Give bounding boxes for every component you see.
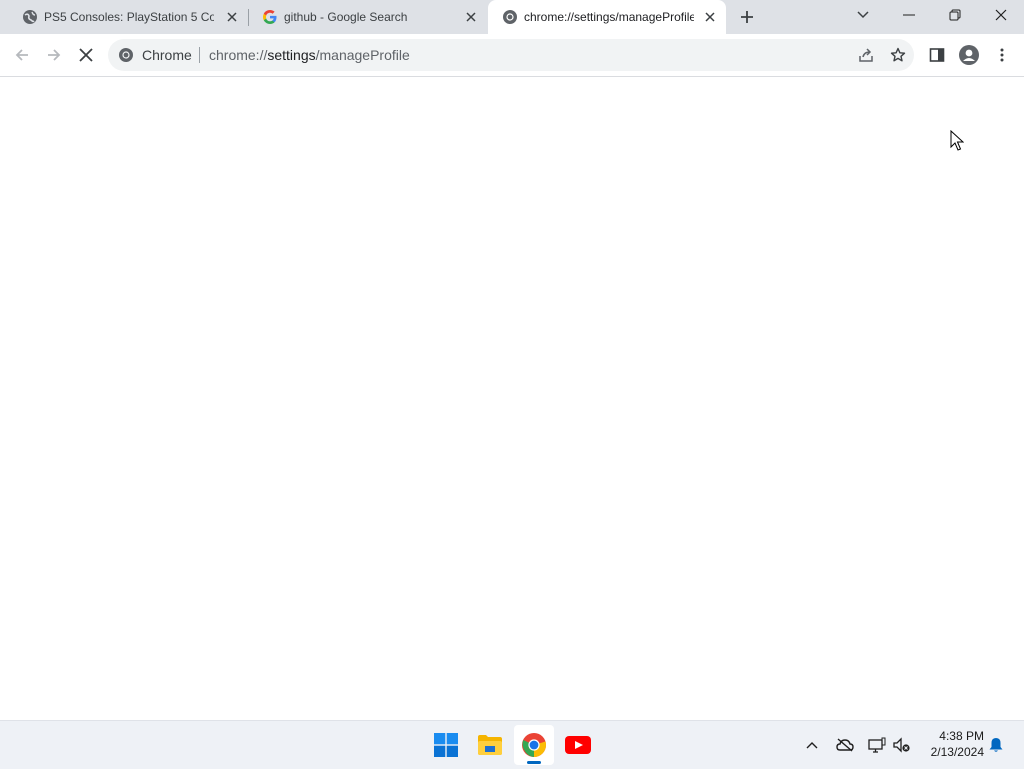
back-button[interactable]: [8, 41, 36, 69]
url-scheme: chrome://: [209, 47, 268, 63]
close-icon: [995, 9, 1007, 21]
close-tab-icon[interactable]: [224, 9, 240, 25]
file-explorer-button[interactable]: [470, 725, 510, 765]
tab-strip: PS5 Consoles: PlayStation 5 Con github -…: [0, 0, 1024, 34]
side-panel-icon: [929, 48, 945, 62]
more-vert-icon: [1000, 48, 1004, 62]
plus-icon: [741, 11, 753, 23]
chrome-icon: [522, 733, 547, 757]
share-button[interactable]: [856, 45, 876, 65]
windows-start-icon: [434, 733, 458, 757]
restore-button[interactable]: [932, 0, 978, 30]
forward-button[interactable]: [40, 41, 68, 69]
close-tab-icon[interactable]: [702, 9, 718, 25]
start-button[interactable]: [426, 725, 466, 765]
globe-icon: [23, 10, 37, 24]
minimize-icon: [903, 14, 915, 16]
address-bar[interactable]: Chrome chrome://settings/manageProfile: [108, 39, 914, 71]
omnibox-separator: [199, 47, 200, 63]
minimize-button[interactable]: [886, 0, 932, 30]
network-icon: [868, 737, 886, 753]
chrome-icon: [119, 48, 133, 62]
chevron-up-icon: [806, 742, 818, 749]
onedrive-tray-button[interactable]: [833, 733, 857, 757]
tab-manage-profile[interactable]: chrome://settings/manageProfile: [488, 0, 726, 34]
tab-github-search[interactable]: github - Google Search: [248, 0, 488, 34]
avatar-icon: [959, 45, 979, 65]
chrome-taskbar-button[interactable]: [514, 725, 554, 765]
url-text: chrome://settings/manageProfile: [209, 39, 410, 71]
clock-time: 4:38 PM: [939, 729, 984, 743]
browser-toolbar: Chrome chrome://settings/manageProfile: [0, 34, 1024, 77]
chrome-icon: [503, 10, 517, 24]
url-host: settings: [267, 47, 316, 63]
arrow-left-icon: [15, 49, 28, 61]
close-window-button[interactable]: [978, 0, 1024, 30]
tab-title: PS5 Consoles: PlayStation 5 Con: [44, 10, 214, 24]
url-path: /manageProfile: [315, 47, 410, 63]
site-chip-label: Chrome: [142, 47, 192, 63]
stop-loading-button[interactable]: [72, 41, 100, 69]
volume-tray-button[interactable]: [890, 733, 914, 757]
tab-title: github - Google Search: [284, 10, 408, 24]
mouse-cursor-icon: [950, 130, 964, 151]
stop-icon: [79, 48, 93, 62]
close-tab-icon[interactable]: [463, 9, 479, 25]
youtube-taskbar-button[interactable]: [558, 725, 598, 765]
share-icon: [859, 48, 873, 62]
volume-muted-icon: [893, 737, 910, 753]
side-panel-button[interactable]: [923, 41, 951, 69]
network-tray-button[interactable]: [865, 733, 889, 757]
taskbar-clock[interactable]: 4:38 PM 2/13/2024: [918, 728, 984, 760]
chrome-menu-button[interactable]: [988, 41, 1016, 69]
youtube-icon: [565, 736, 591, 754]
restore-icon: [949, 9, 961, 21]
folder-icon: [478, 735, 502, 755]
clock-date: 2/13/2024: [930, 745, 984, 759]
star-icon: [890, 47, 906, 62]
active-app-indicator: [527, 761, 541, 764]
arrow-right-icon: [48, 49, 61, 61]
new-tab-button[interactable]: [736, 6, 758, 28]
tab-title: chrome://settings/manageProfile: [524, 10, 694, 24]
profile-button[interactable]: [955, 41, 983, 69]
bell-icon: [989, 738, 1003, 752]
google-icon: [263, 10, 277, 24]
notification-center-button[interactable]: [984, 733, 1008, 757]
chevron-down-icon: [857, 11, 869, 19]
cloud-off-icon: [836, 738, 854, 752]
taskbar: 4:38 PM 2/13/2024: [0, 720, 1024, 769]
tab-ps5[interactable]: PS5 Consoles: PlayStation 5 Con: [8, 0, 248, 34]
page-content: [0, 77, 1024, 720]
tab-search-button[interactable]: [840, 0, 886, 30]
bookmark-button[interactable]: [888, 45, 908, 65]
show-hidden-icons-button[interactable]: [800, 733, 824, 757]
